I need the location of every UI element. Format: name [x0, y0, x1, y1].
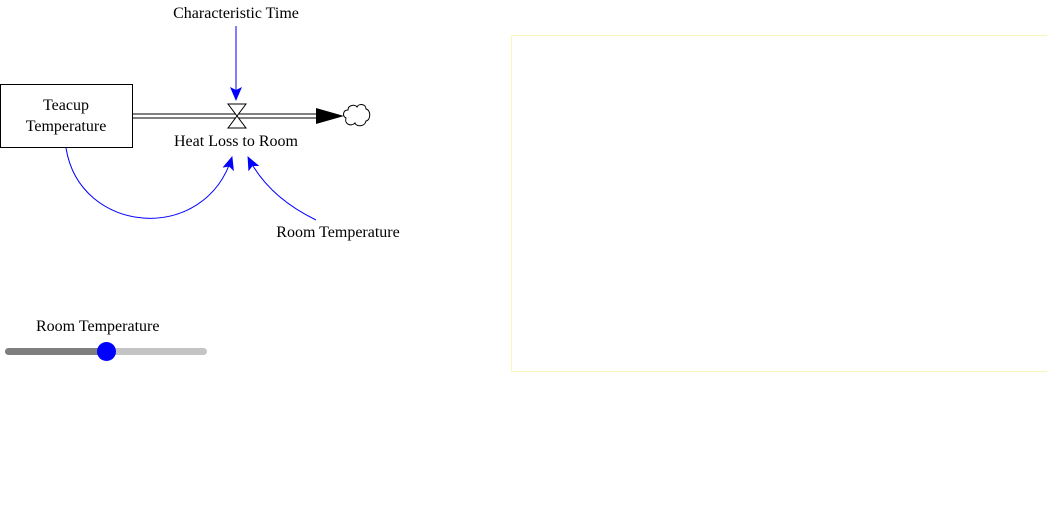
- link-room-temperature-to-flow: [247, 156, 317, 221]
- flow-label-heat-loss: Heat Loss to Room: [174, 133, 299, 150]
- room-temperature-slider[interactable]: Room Temperature: [0, 316, 215, 366]
- slider-thumb[interactable]: [97, 342, 116, 361]
- stock-teacup-temperature[interactable]: Teacup Temperature: [0, 84, 133, 148]
- slider-label: Room Temperature: [36, 318, 160, 335]
- slider-track[interactable]: [5, 342, 207, 361]
- aux-room-temperature[interactable]: Room Temperature: [276, 224, 399, 241]
- stock-label-line2: Temperature: [26, 118, 107, 135]
- aux-characteristic-time[interactable]: Characteristic Time: [173, 5, 299, 22]
- cloud-sink-icon: [343, 104, 371, 127]
- link-teacup-to-flow: [65, 147, 234, 219]
- slider-fill: [5, 348, 106, 355]
- flow-arrowhead: [316, 108, 344, 124]
- stock-label-line1: Teacup: [43, 97, 89, 114]
- graph-panel: [511, 35, 1047, 372]
